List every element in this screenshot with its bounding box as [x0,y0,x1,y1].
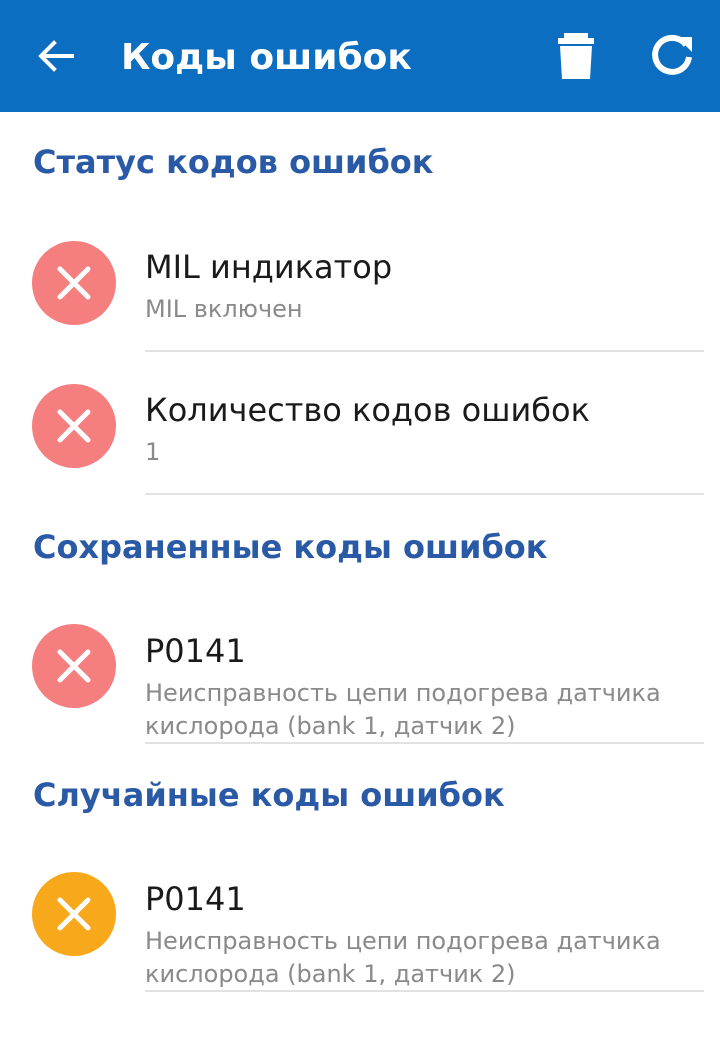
item-subtitle: Неисправность цепи подогрева датчика кис… [145,679,661,740]
close-icon [57,897,91,931]
item-subtitle: Неисправность цепи подогрева датчика кис… [145,927,661,988]
error-status-icon [32,624,116,708]
item-subtitle: MIL включен [145,295,303,323]
error-status-icon [32,241,116,325]
error-status-icon [32,384,116,468]
app-bar: Коды ошибок [0,0,720,112]
close-icon [57,266,91,300]
refresh-button[interactable] [646,28,698,84]
warning-status-icon [32,872,116,956]
divider [145,350,704,352]
page-title: Коды ошибок [121,37,412,78]
list-item[interactable]: P0141 Неисправность цепи подогрева датчи… [0,856,720,993]
refresh-icon [652,34,692,75]
divider [145,742,704,744]
item-title: MIL индикатор [145,248,393,286]
item-title: P0141 [145,880,246,918]
section-title-stored: Сохраненные коды ошибок [33,528,548,566]
divider [145,493,704,495]
list-item[interactable]: MIL индикатор MIL включен [0,225,720,353]
arrow-left-icon [38,40,74,72]
list-item[interactable]: Количество кодов ошибок 1 [0,368,720,496]
item-title: Количество кодов ошибок [145,391,590,429]
item-title: P0141 [145,632,246,670]
delete-button[interactable] [550,28,602,84]
trash-icon [558,33,594,79]
close-icon [57,409,91,443]
section-title-status: Статус кодов ошибок [33,143,434,181]
item-subtitle: 1 [145,438,161,466]
back-button[interactable] [30,30,82,82]
list-item[interactable]: P0141 Неисправность цепи подогрева датчи… [0,608,720,745]
divider [145,990,704,992]
close-icon [57,649,91,683]
section-title-pending: Случайные коды ошибок [33,776,505,814]
